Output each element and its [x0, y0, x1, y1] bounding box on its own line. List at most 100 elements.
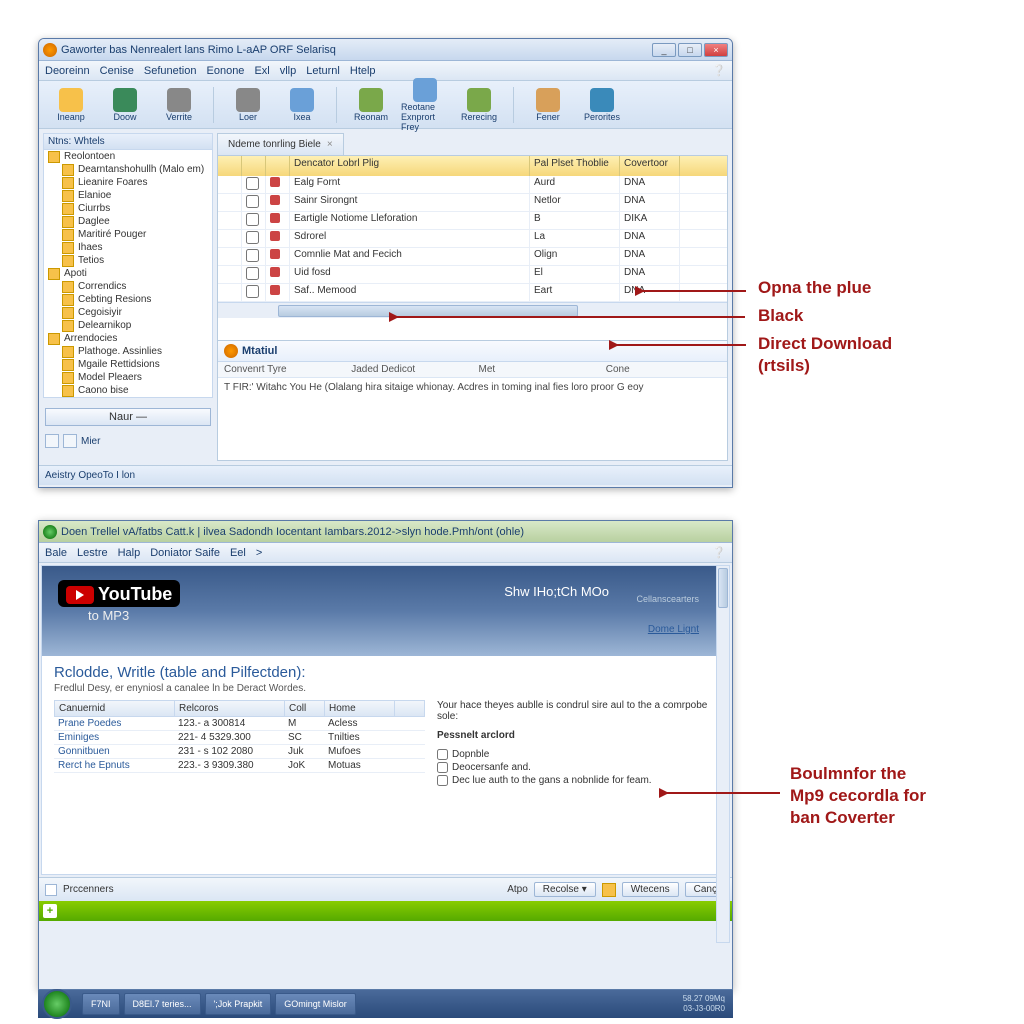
table-row[interactable]: Gonnitbuen231 - s 102 2080JukMufoes	[54, 745, 425, 759]
row-checkbox[interactable]	[246, 231, 259, 244]
toolbar-button[interactable]: Rerecing	[455, 88, 503, 122]
tree-node[interactable]: Cegoisiyir	[44, 306, 212, 319]
lock-icon[interactable]	[63, 434, 77, 448]
table-row[interactable]: Comnlie Mat and FecichOlignDNA	[218, 248, 727, 266]
row-checkbox[interactable]	[246, 285, 259, 298]
toolbar-button[interactable]: Ineanp	[47, 88, 95, 122]
row-checkbox[interactable]	[246, 267, 259, 280]
tree-node[interactable]: Lieanire Foares	[44, 176, 212, 189]
menu-item[interactable]: Eel	[230, 547, 246, 559]
column-header[interactable]: Coll	[285, 701, 325, 716]
tree-node[interactable]: Cebting Resions	[44, 293, 212, 306]
column-header[interactable]: Home	[325, 701, 395, 716]
menu-item[interactable]: >	[256, 547, 262, 559]
tree-node[interactable]: Apoti	[44, 267, 212, 280]
start-button[interactable]	[42, 989, 72, 1019]
tree-node[interactable]: Ciurrbs	[44, 202, 212, 215]
toolbar-button[interactable]: Fener	[524, 88, 572, 122]
tree-node[interactable]: Ihaes	[44, 241, 212, 254]
column-header[interactable]: Relcoros	[175, 701, 285, 716]
table-row[interactable]: Saf.. MemoodEartDNA	[218, 284, 727, 302]
help-icon[interactable]: ❔	[712, 64, 726, 77]
tree-node[interactable]: Daglee	[44, 215, 212, 228]
menu-item[interactable]: Eonone	[207, 65, 245, 77]
tree-node[interactable]: Maritiré Pouger	[44, 228, 212, 241]
resolve-button[interactable]: Recolse ▾	[534, 882, 596, 897]
vertical-scrollbar[interactable]	[716, 565, 730, 943]
toolbar-button[interactable]: Reotane Exnprort Frey	[401, 78, 449, 132]
menu-item[interactable]: Exl	[254, 65, 269, 77]
toolbar-button[interactable]: Doow	[101, 88, 149, 122]
close-button[interactable]: ×	[704, 43, 728, 57]
toolbar-button[interactable]: Perorites	[578, 88, 626, 122]
toolbar-button[interactable]: Reonam	[347, 88, 395, 122]
tree-node[interactable]: Caono bise	[44, 384, 212, 397]
tree-node[interactable]: Plathoge. Assinlies	[44, 345, 212, 358]
tab-active[interactable]: Ndeme tonrling Biele ×	[217, 133, 344, 155]
menu-item[interactable]: Deoreinn	[45, 65, 90, 77]
tree-node[interactable]: Delearnikop	[44, 319, 212, 332]
column-header[interactable]: Dencator Lobrl Plig	[290, 156, 530, 176]
table-row[interactable]: Eartigle Notiome LleforationBDIKA	[218, 212, 727, 230]
new-button[interactable]: Naur —	[45, 408, 211, 426]
table-row[interactable]: SdrorelLaDNA	[218, 230, 727, 248]
tree-node[interactable]: Correndics	[44, 280, 212, 293]
titlebar[interactable]: Gaworter bas Nenrealert lans Rimo L-aAP …	[39, 39, 732, 61]
toolbar-button[interactable]: Loer	[224, 88, 272, 122]
row-checkbox[interactable]	[246, 195, 259, 208]
checkbox[interactable]	[437, 775, 448, 786]
table-row[interactable]: Ealg ForntAurdDNA	[218, 176, 727, 194]
taskbar[interactable]: F7NID8El.7 teries...';Jok PrapkitGOmingt…	[38, 990, 733, 1018]
menu-item[interactable]: Htelp	[350, 65, 376, 77]
data-grid[interactable]: Dencator Lobrl PligPal Plset ThoblieCove…	[217, 155, 728, 341]
menu-item[interactable]: Leturnl	[306, 65, 340, 77]
info-icon[interactable]	[45, 434, 59, 448]
row-checkbox[interactable]	[246, 213, 259, 226]
tree-node[interactable]: Mgaile Rettidsions	[44, 358, 212, 371]
help-icon[interactable]: ❔	[712, 546, 726, 559]
banner-link[interactable]: Dome Lignt	[648, 624, 699, 635]
taskbar-item[interactable]: D8El.7 teries...	[124, 993, 201, 1015]
tree-node[interactable]: Reolontoen	[44, 150, 212, 163]
row-checkbox[interactable]	[246, 249, 259, 262]
table-row[interactable]: Rerct he Epnuts223.- 3 9309.380JoKMotuas	[54, 759, 425, 773]
folder-icon[interactable]	[602, 883, 616, 897]
add-button[interactable]: +	[43, 904, 57, 918]
menu-item[interactable]: Doniator Saife	[150, 547, 220, 559]
tab-close-icon[interactable]: ×	[327, 139, 333, 150]
witness-button[interactable]: Wtecens	[622, 882, 679, 897]
taskbar-item[interactable]: GOmingt Mislor	[275, 993, 356, 1015]
column-header[interactable]: Canuernid	[55, 701, 175, 716]
column-header[interactable]	[266, 156, 290, 176]
column-header[interactable]: Covertoor	[620, 156, 680, 176]
menu-item[interactable]: Sefunetion	[144, 65, 197, 77]
table-row[interactable]: Prane Poedes123.- a 300814MAcless	[54, 717, 425, 731]
tree-node[interactable]: Elanioe	[44, 189, 212, 202]
table-row[interactable]: Uid fosdElDNA	[218, 266, 727, 284]
column-header[interactable]	[242, 156, 266, 176]
taskbar-item[interactable]: ';Jok Prapkit	[205, 993, 272, 1015]
table-row[interactable]: Sainr SirongntNetlorDNA	[218, 194, 727, 212]
menu-item[interactable]: Bale	[45, 547, 67, 559]
column-header[interactable]	[218, 156, 242, 176]
tree-node[interactable]: Model Pleaers	[44, 371, 212, 384]
menu-item[interactable]: Lestre	[77, 547, 108, 559]
minimize-button[interactable]: _	[652, 43, 676, 57]
toolbar-button[interactable]: Verrite	[155, 88, 203, 122]
table-row[interactable]: Eminiges221- 4 5329.300SCTnilties	[54, 731, 425, 745]
checkbox[interactable]	[437, 762, 448, 773]
column-header[interactable]: Pal Plset Thoblie	[530, 156, 620, 176]
row-checkbox[interactable]	[246, 177, 259, 190]
tree-node[interactable]: Dearntanshohullh (Malo em)	[44, 163, 212, 176]
results-table[interactable]: CanuernidRelcorosCollHome Prane Poedes12…	[54, 700, 425, 788]
tree-panel[interactable]: Ntns: Whtels ReolontoenDearntanshohullh …	[43, 133, 213, 398]
maximize-button[interactable]: □	[678, 43, 702, 57]
checkbox[interactable]	[437, 749, 448, 760]
vscroll-thumb[interactable]	[718, 568, 728, 608]
titlebar-2[interactable]: Doen Trellel vA/fatbs Catt.k | ilvea Sad…	[39, 521, 732, 543]
system-tray[interactable]: 58.27 09Mq 03-J3-00R0	[683, 994, 729, 1014]
menu-item[interactable]: Halp	[118, 547, 141, 559]
taskbar-item[interactable]: F7NI	[82, 993, 120, 1015]
toolbar-button[interactable]: Ixea	[278, 88, 326, 122]
menu-item[interactable]: vllp	[280, 65, 297, 77]
